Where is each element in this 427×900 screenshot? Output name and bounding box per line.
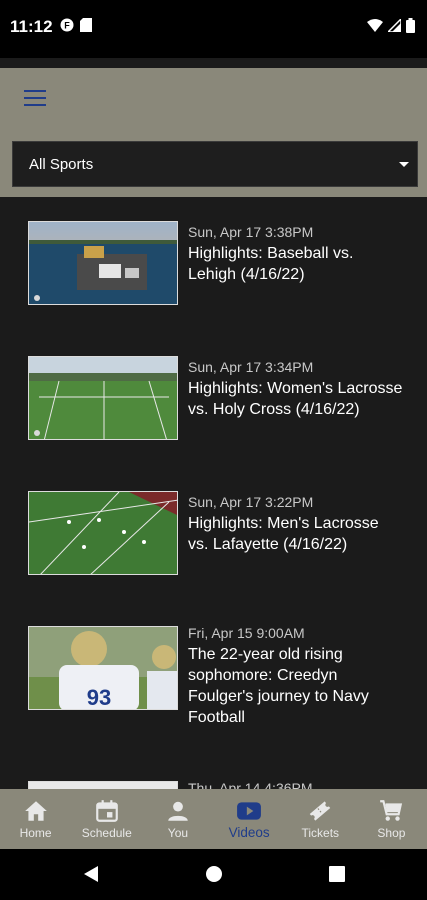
cart-icon — [380, 800, 403, 821]
video-thumbnail-football: 93 — [28, 626, 178, 710]
video-list: Sun, Apr 17 3:38PM Highlights: Baseball … — [0, 197, 427, 789]
bottom-nav: Home Schedule You Videos Tickets Shop — [0, 789, 427, 849]
status-bar: 11:12 F — [0, 0, 427, 58]
video-date: Fri, Apr 15 9:00AM — [188, 625, 305, 641]
video-list-item[interactable]: Thu, Apr 14 4:36PM — [0, 779, 427, 789]
back-icon[interactable] — [82, 865, 100, 883]
screen: 11:12 F All Sports Sun, Apr 17 3:38PM Hi… — [0, 0, 427, 900]
video-meta: Fri, Apr 15 9:00AM The 22-year old risin… — [188, 624, 403, 728]
video-title: The 22-year old rising sophomore: Creedy… — [188, 646, 369, 726]
status-time: 11:12 — [10, 17, 53, 36]
nav-label: Videos — [228, 825, 270, 840]
home-circle-icon[interactable] — [205, 865, 223, 883]
sport-filter-value: All Sports — [29, 156, 94, 173]
video-title: Highlights: Baseball vs. Lehigh (4/16/22… — [188, 245, 354, 283]
battery-icon — [406, 18, 415, 33]
svg-text:F: F — [64, 21, 70, 31]
status-right-icons — [367, 18, 415, 33]
video-meta: Sun, Apr 17 3:34PM Highlights: Women's L… — [188, 358, 403, 420]
nav-label: You — [167, 826, 189, 840]
nav-tickets[interactable]: Tickets — [285, 789, 356, 849]
app-bar — [0, 68, 427, 130]
video-thumbnail-womens-lacrosse — [28, 356, 178, 440]
nav-label: Shop — [377, 826, 406, 840]
nav-label: Home — [19, 826, 52, 840]
nav-you[interactable]: You — [142, 789, 213, 849]
sport-filter-dropdown[interactable]: All Sports — [12, 141, 418, 187]
video-date: Sun, Apr 17 3:34PM — [188, 359, 314, 375]
system-nav-bar — [0, 849, 427, 900]
video-list-item[interactable]: Sun, Apr 17 3:34PM Highlights: Women's L… — [0, 356, 427, 466]
filter-strip: All Sports — [0, 130, 427, 197]
dropdown-arrow-icon — [399, 162, 409, 167]
video-thumbnail-baseball — [28, 221, 178, 305]
ticket-icon — [310, 801, 331, 821]
video-date: Thu, Apr 14 4:36PM — [188, 780, 313, 789]
wifi-icon — [367, 19, 383, 32]
video-title: Highlights: Men's Lacrosse vs. Lafayette… — [188, 515, 379, 553]
home-icon — [24, 801, 47, 821]
video-thumbnail-mens-lacrosse — [28, 491, 178, 575]
nav-label: Schedule — [81, 826, 132, 840]
nav-home[interactable]: Home — [0, 789, 71, 849]
video-meta: Thu, Apr 14 4:36PM — [188, 779, 403, 789]
video-date: Sun, Apr 17 3:38PM — [188, 224, 314, 240]
status-left-icons: F — [60, 18, 92, 32]
youtube-play-icon — [237, 802, 262, 820]
video-list-item[interactable]: Sun, Apr 17 3:38PM Highlights: Baseball … — [0, 221, 427, 331]
video-meta: Sun, Apr 17 3:22PM Highlights: Men's Lac… — [188, 493, 403, 555]
video-list-item[interactable]: Sun, Apr 17 3:22PM Highlights: Men's Lac… — [0, 491, 427, 601]
person-icon — [168, 801, 188, 821]
video-date: Sun, Apr 17 3:22PM — [188, 494, 314, 510]
calendar-icon — [95, 800, 118, 822]
video-thumbnail — [28, 781, 178, 789]
hamburger-menu-icon[interactable] — [24, 90, 46, 108]
nav-shop[interactable]: Shop — [356, 789, 427, 849]
nav-videos[interactable]: Videos — [214, 789, 285, 849]
nav-schedule[interactable]: Schedule — [71, 789, 142, 849]
video-title: Highlights: Women's Lacrosse vs. Holy Cr… — [188, 380, 403, 418]
video-meta: Sun, Apr 17 3:38PM Highlights: Baseball … — [188, 223, 403, 285]
svg-text:93: 93 — [87, 685, 111, 710]
video-list-item[interactable]: 93 Fri, Apr 15 9:00AM The 22-year old ri… — [0, 624, 427, 766]
nav-label: Tickets — [301, 826, 340, 840]
sd-card-icon — [80, 18, 92, 32]
app-notification-icon: F — [60, 18, 74, 32]
cell-signal-icon — [388, 19, 401, 32]
recents-icon[interactable] — [328, 865, 346, 883]
